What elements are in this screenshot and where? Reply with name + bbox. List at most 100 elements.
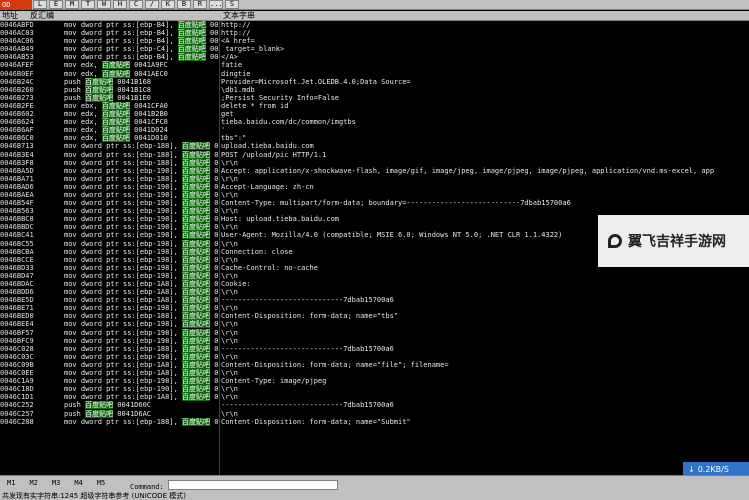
disasm-row[interactable]: 0046BC41 mov dword ptr ss:[ebp-198], 百度贴吧… bbox=[0, 231, 219, 240]
disasm-row[interactable]: 0046C09B mov dword ptr ss:[ebp-1A8], 百度贴吧… bbox=[0, 360, 219, 369]
disasm-row[interactable]: 0046BAD6 mov dword ptr ss:[ebp-198], 百度贴吧… bbox=[0, 182, 219, 191]
disasm-row[interactable]: 0046B54F mov dword ptr ss:[ebp-198], 百度贴吧… bbox=[0, 199, 219, 208]
disasm-row[interactable]: 0046BFC9 mov dword ptr ss:[ebp-198], 百度贴吧… bbox=[0, 336, 219, 345]
toolbar-button[interactable]: R bbox=[193, 0, 207, 9]
header-text[interactable]: 文本字串 bbox=[223, 11, 255, 21]
disasm-row[interactable]: 0046C288 mov dword ptr ss:[ebp-188], 百度贴吧… bbox=[0, 417, 219, 426]
toolbar-button[interactable]: / bbox=[145, 0, 159, 9]
string-row[interactable]: </A> bbox=[221, 53, 749, 61]
disasm-row[interactable]: 0046BA71 mov dword ptr ss:[ebp-188], 百度贴吧… bbox=[0, 174, 219, 183]
toolbar-button[interactable]: E bbox=[49, 0, 63, 9]
string-row[interactable]: POST /upload/pic HTTP/1.1 bbox=[221, 151, 749, 159]
string-row[interactable]: \r\n bbox=[221, 175, 749, 183]
disasm-row[interactable]: 0046BA5D mov dword ptr ss:[ebp-198], 百度贴吧… bbox=[0, 166, 219, 175]
string-row[interactable]: http:// bbox=[221, 29, 749, 37]
string-row[interactable]: Provider=Microsoft.Jet.OLEDB.4.0;Data So… bbox=[221, 78, 749, 86]
toolbar-button[interactable]: T bbox=[81, 0, 95, 9]
string-row[interactable]: tieba.baidu.com/dc/common/imgtbs bbox=[221, 118, 749, 126]
string-row[interactable]: http:// bbox=[221, 21, 749, 29]
string-row[interactable]: \r\n bbox=[221, 288, 749, 296]
disasm-row[interactable]: 0046C0EE mov dword ptr ss:[ebp-1A8], 百度贴吧… bbox=[0, 369, 219, 378]
disasm-row[interactable]: 0046B3F8 mov dword ptr ss:[ebp-188], 百度贴吧… bbox=[0, 158, 219, 167]
disasm-row[interactable]: 0046BCCE mov dword ptr ss:[ebp-198], 百度贴吧… bbox=[0, 255, 219, 264]
disasm-row[interactable]: 0046BD33 mov dword ptr ss:[ebp-198], 百度贴吧… bbox=[0, 263, 219, 272]
string-row[interactable]: \r\n bbox=[221, 320, 749, 328]
disasm-row[interactable]: 0046BD47 mov dword ptr ss:[ebp-198], 百度贴吧… bbox=[0, 271, 219, 280]
toolbar-button[interactable]: W bbox=[97, 0, 111, 9]
disasm-row[interactable]: 0046C252 push 百度贴吧 0041D60C bbox=[0, 401, 219, 410]
toolbar-button[interactable]: K bbox=[161, 0, 175, 9]
disasm-row[interactable]: 0046BDAC mov dword ptr ss:[ebp-1A8], 百度贴吧… bbox=[0, 280, 219, 288]
toolbar-button[interactable]: ... bbox=[209, 0, 223, 9]
disasm-row[interactable]: 0046B624 mov edx, 百度贴吧 0041CFC8 bbox=[0, 118, 219, 127]
disasm-row[interactable]: 0046B0EF mov edx, 百度贴吧 0041AEC0 bbox=[0, 69, 219, 78]
disasm-row[interactable]: 0046B3E4 mov dword ptr ss:[ebp-188], 百度贴吧… bbox=[0, 150, 219, 159]
string-row[interactable]: Content-Disposition: form-data; name="Su… bbox=[221, 418, 749, 426]
memory-tab[interactable]: M1 bbox=[0, 478, 22, 488]
disasm-row[interactable]: 0046B273 push 百度贴吧 0041B1E0 bbox=[0, 93, 219, 102]
string-row[interactable]: -----------------------------7dbab15700a… bbox=[221, 296, 749, 304]
toolbar-button[interactable]: H bbox=[113, 0, 127, 9]
string-row[interactable]: Content-Disposition: form-data; name="fi… bbox=[221, 361, 749, 369]
string-row[interactable]: upload.tieba.baidu.com bbox=[221, 142, 749, 150]
disasm-row[interactable]: 0046C257 push 百度贴吧 0041D6AC bbox=[0, 409, 219, 418]
string-row[interactable]: <A href= bbox=[221, 37, 749, 45]
disasm-row[interactable]: 0046C1A9 mov dword ptr ss:[ebp-198], 百度贴吧… bbox=[0, 377, 219, 386]
memory-tab[interactable]: M3 bbox=[45, 478, 67, 488]
string-row[interactable]: Content-Type: image/pjpeg bbox=[221, 377, 749, 385]
string-row[interactable]: delete * from id bbox=[221, 102, 749, 110]
string-row[interactable]: \r\n bbox=[221, 159, 749, 167]
disasm-row[interactable]: 0046BF57 mov dword ptr ss:[ebp-198], 百度贴吧… bbox=[0, 328, 219, 337]
disasm-row[interactable]: 0046B713 mov dword ptr ss:[ebp-188], 百度贴吧… bbox=[0, 142, 219, 151]
toolbar-button[interactable]: B bbox=[177, 0, 191, 9]
string-row[interactable]: dingtie bbox=[221, 70, 749, 78]
string-row[interactable]: Content-Type: multipart/form-data; bound… bbox=[221, 199, 749, 207]
toolbar-button[interactable]: L bbox=[33, 0, 47, 9]
command-input[interactable] bbox=[168, 480, 338, 490]
disasm-row[interactable]: 0046C03C mov dword ptr ss:[ebp-198], 百度贴吧… bbox=[0, 352, 219, 361]
disasm-row[interactable]: 0046AFEF mov edx, 百度贴吧 0041A9FC bbox=[0, 61, 219, 70]
memory-tab[interactable]: M5 bbox=[90, 478, 112, 488]
disassembly-panel[interactable]: 0046ABFD mov dword ptr ss:[ebp-B4], 百度贴吧 … bbox=[0, 21, 220, 475]
string-row[interactable]: \r\n bbox=[221, 410, 749, 418]
header-address[interactable]: 地址 bbox=[2, 11, 18, 21]
disasm-row[interactable]: 0046BDD6 mov dword ptr ss:[ebp-1A8], 百度贴吧… bbox=[0, 288, 219, 297]
toolbar-button[interactable]: S bbox=[225, 0, 239, 9]
string-row[interactable]: get bbox=[221, 110, 749, 118]
string-row[interactable]: \r\n bbox=[221, 329, 749, 337]
disasm-row[interactable]: 0046BC55 mov dword ptr ss:[ebp-198], 百度贴吧… bbox=[0, 239, 219, 248]
string-row[interactable]: \r\n bbox=[221, 191, 749, 199]
disasm-row[interactable]: 0046B602 mov edx, 百度贴吧 0041B2B0 bbox=[0, 110, 219, 119]
string-row[interactable]: \r\n bbox=[221, 393, 749, 401]
toolbar-button[interactable]: M bbox=[65, 0, 79, 9]
string-row[interactable]: Cookie: bbox=[221, 280, 749, 288]
disasm-row[interactable]: 0046BEE4 mov dword ptr ss:[ebp-198], 百度贴吧… bbox=[0, 320, 219, 329]
string-row[interactable]: \r\n bbox=[221, 369, 749, 377]
disasm-row[interactable]: 0046B260 push 百度贴吧 0041B1C8 bbox=[0, 85, 219, 94]
string-row[interactable]: fatie bbox=[221, 61, 749, 69]
string-row[interactable]: ;Persist Security Info=False bbox=[221, 94, 749, 102]
disasm-row[interactable]: 0046AC03 mov dword ptr ss:[ebp-B4], 百度贴吧 … bbox=[0, 29, 219, 38]
toolbar-button[interactable]: C bbox=[129, 0, 143, 9]
disasm-row[interactable]: 0046BAEA mov dword ptr ss:[ebp-198], 百度贴吧… bbox=[0, 190, 219, 199]
string-row[interactable]: \r\n bbox=[221, 385, 749, 393]
string-row[interactable]: \r\n bbox=[221, 304, 749, 312]
disasm-row[interactable]: 0046B2FE mov ebx, 百度贴吧 0041CFA0 bbox=[0, 101, 219, 110]
string-row[interactable]: \r\n bbox=[221, 353, 749, 361]
string-row[interactable]: \db1.mdb bbox=[221, 86, 749, 94]
string-row[interactable]: \r\n bbox=[221, 272, 749, 280]
memory-tab[interactable]: M2 bbox=[22, 478, 44, 488]
memory-tab[interactable]: M4 bbox=[67, 478, 89, 488]
disasm-row[interactable]: 0046C028 mov dword ptr ss:[ebp-188], 百度贴吧… bbox=[0, 344, 219, 353]
string-row[interactable]: \r\n bbox=[221, 337, 749, 345]
header-disasm[interactable]: 反汇编 bbox=[30, 11, 54, 21]
string-row[interactable]: Content-Disposition: form-data; name="tb… bbox=[221, 312, 749, 320]
disasm-row[interactable]: 0046B24C push 百度贴吧 0041B168 bbox=[0, 77, 219, 86]
string-row[interactable]: -----------------------------7dbab15700a… bbox=[221, 401, 749, 409]
string-row[interactable]: Accept-Language: zh-cn bbox=[221, 183, 749, 191]
string-row[interactable]: Accept: application/x-shockwave-flash, i… bbox=[221, 167, 749, 175]
string-row[interactable]: tbs":" bbox=[221, 134, 749, 142]
string-row[interactable]: ' bbox=[221, 126, 749, 134]
string-row[interactable]: -----------------------------7dbab15700a… bbox=[221, 345, 749, 353]
string-row[interactable]: target=_blank> bbox=[221, 45, 749, 53]
